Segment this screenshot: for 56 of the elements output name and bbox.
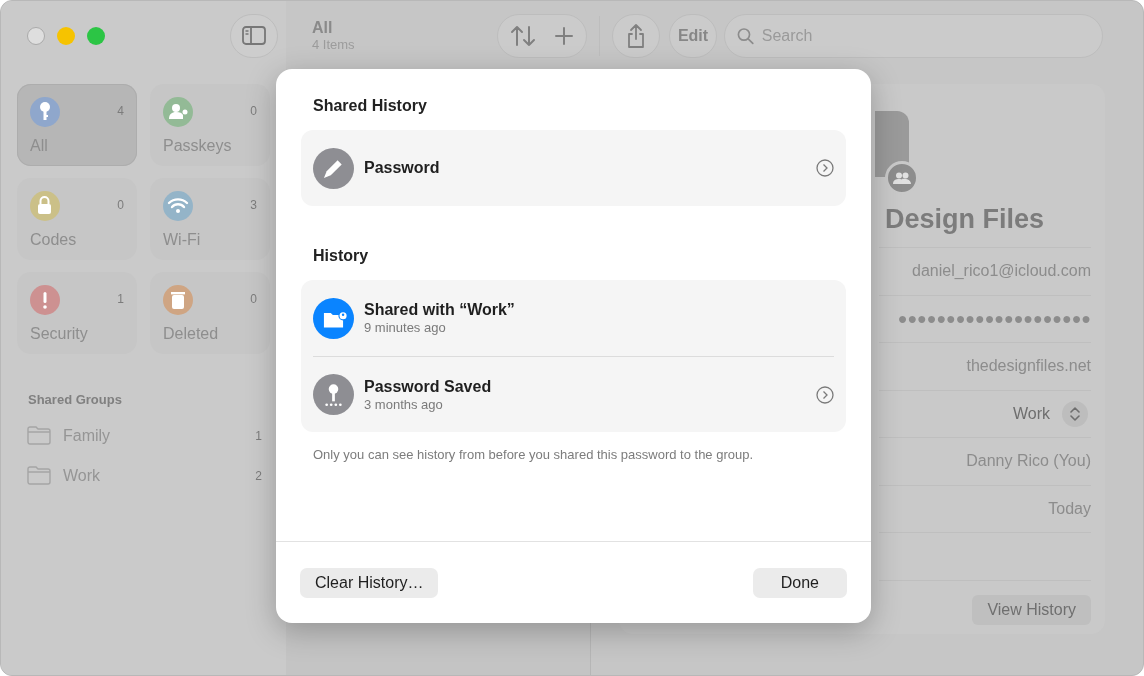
sidebar-toggle-button[interactable] xyxy=(230,14,278,58)
zoom-window-control[interactable] xyxy=(87,27,105,45)
category-tile[interactable]: 0 Deleted xyxy=(150,272,270,354)
folder-icon xyxy=(27,466,51,485)
section-heading: History xyxy=(313,246,370,266)
category-tile[interactable]: 3 Wi-Fi xyxy=(150,178,270,260)
close-window-control[interactable] xyxy=(27,27,45,45)
pencil-icon xyxy=(313,147,354,189)
edit-button[interactable]: Edit xyxy=(669,14,717,58)
folder-icon xyxy=(27,426,51,445)
category-label: Deleted xyxy=(163,324,220,344)
search-icon xyxy=(737,27,754,45)
key-icon xyxy=(313,374,354,415)
section-heading: Shared Groups xyxy=(28,391,123,409)
item-count: 3 xyxy=(250,197,257,214)
field-value: Danny Rico (You) xyxy=(966,451,1091,472)
item-count: 0 xyxy=(250,291,257,308)
item-count: 1 xyxy=(117,291,124,308)
sidebar-icon xyxy=(242,26,266,46)
popup-chevron-icon[interactable] xyxy=(1062,400,1088,427)
clear-history-button[interactable]: Clear History… xyxy=(300,567,439,598)
view-history-button[interactable]: View History xyxy=(972,594,1091,625)
entry-time: 3 months ago xyxy=(364,396,444,413)
category-label: Codes xyxy=(30,230,78,250)
field-value: ●●●●●●●●●●●●●●●●●●●● xyxy=(897,308,1091,329)
category-label: Wi-Fi xyxy=(163,230,202,250)
share-icon xyxy=(626,23,646,49)
field-value: Today xyxy=(1048,498,1091,519)
category-tile[interactable]: 0 Codes xyxy=(17,178,137,260)
item-count: 1 xyxy=(255,427,262,445)
item-count: 4 xyxy=(117,103,124,120)
entry-title: Password Saved xyxy=(364,376,492,397)
item-count: 0 xyxy=(117,197,124,214)
field-value: daniel_rico1@icloud.com xyxy=(912,261,1091,282)
field-value: thedesignfiles.net xyxy=(966,356,1091,377)
category-label: Passkeys xyxy=(163,136,233,156)
entry-time: 9 minutes ago xyxy=(364,320,447,336)
add-icon[interactable] xyxy=(554,26,574,46)
item-title: Design Files xyxy=(885,203,1045,236)
category-tile[interactable]: 1 Security xyxy=(17,272,137,354)
footnote: Only you can see history from before you shared this password to the group. xyxy=(313,446,755,464)
item-count: 0 xyxy=(250,103,257,120)
share-button[interactable] xyxy=(612,14,660,58)
category-label: Security xyxy=(30,324,89,344)
entry-title: Password xyxy=(364,158,440,178)
shared-folder-icon xyxy=(313,297,354,339)
section-heading: Shared History xyxy=(313,96,428,116)
disclosure-icon[interactable] xyxy=(816,385,834,404)
category-tile[interactable]: 0 Passkeys xyxy=(150,84,270,166)
disclosure-icon[interactable] xyxy=(816,159,834,177)
group-value: Work xyxy=(1012,403,1050,424)
item-count: 2 xyxy=(255,467,262,485)
list-title: All xyxy=(312,19,334,37)
entry-title: Shared with “Work” xyxy=(364,300,515,320)
sort-icon[interactable] xyxy=(510,24,536,48)
done-button[interactable]: Done xyxy=(752,567,847,598)
